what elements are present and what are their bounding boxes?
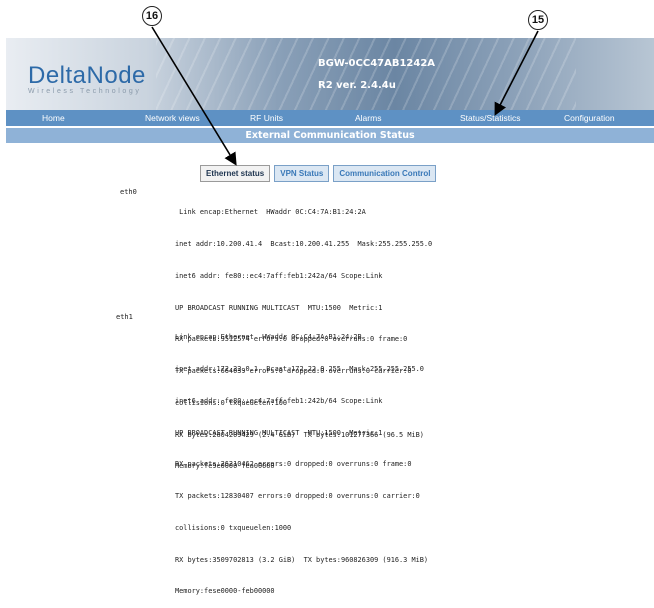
detail-line: Link encap:Ethernet HWaddr 0C:C4:7A:B1:2… <box>175 208 366 217</box>
detail-line: collisions:0 txqueuelen:1000 <box>175 523 292 532</box>
tab-communication-control[interactable]: Communication Control <box>333 165 437 182</box>
nav-status-statistics[interactable]: Status/Statistics <box>460 113 520 123</box>
detail-line: Memory:fese0000-feb00000 <box>175 587 275 596</box>
detail-line: inet6 addr: fe80::ec4:7aff:feb1:242a/64 … <box>175 271 383 280</box>
tab-vpn-status[interactable]: VPN Status <box>274 165 330 182</box>
detail-line: RX bytes:3509702813 (3.2 GiB) TX bytes:9… <box>175 555 429 564</box>
nav-configuration[interactable]: Configuration <box>564 113 615 123</box>
interface-name-eth1: eth1 <box>116 313 133 321</box>
device-name: BGW-0CC47AB1242A <box>318 58 436 69</box>
nav-network-views[interactable]: Network views <box>145 113 200 123</box>
detail-line: TX packets:12830407 errors:0 dropped:0 o… <box>175 492 420 501</box>
detail-line: inet6 addr: fe80::ec4:7aff:feb1:242b/64 … <box>175 396 383 405</box>
logo-tagline: Wireless Technology <box>28 88 142 95</box>
interface-details-eth1: Link encap:Ethernet HWaddr 0C:C4:7A:B1:2… <box>175 311 428 608</box>
logo[interactable]: DeltaNode Wireless Technology <box>28 62 146 95</box>
detail-line: RX packets:26210462 errors:0 dropped:0 o… <box>175 460 412 469</box>
nav-rf-units[interactable]: RF Units <box>250 113 283 123</box>
detail-line: UP BROADCAST RUNNING MULTICAST MTU:1500 … <box>175 428 383 437</box>
device-version: R2 ver. 2.4.4u <box>318 80 396 91</box>
detail-line: inet addr:10.200.41.4 Bcast:10.200.41.25… <box>175 239 433 248</box>
callout-16: 16 <box>142 6 162 26</box>
nav-alarms[interactable]: Alarms <box>355 113 381 123</box>
header-banner: DeltaNode Wireless Technology BGW-0CC47A… <box>6 38 654 110</box>
main-nav: Home Network views RF Units Alarms Statu… <box>6 110 654 126</box>
interface-name-eth0: eth0 <box>120 188 137 196</box>
detail-line: inet addr:172.22.0.1 Bcast:172.22.0.255 … <box>175 364 424 373</box>
nav-home[interactable]: Home <box>42 113 65 123</box>
callout-15: 15 <box>528 10 548 30</box>
tab-bar: Ethernet status VPN Status Communication… <box>200 165 437 182</box>
tab-ethernet-status[interactable]: Ethernet status <box>200 165 271 182</box>
logo-text: DeltaNode <box>28 62 146 89</box>
detail-line: Link encap:Ethernet HWaddr 0C:C4:7A:B1:2… <box>175 333 362 342</box>
page-title: External Communication Status <box>6 128 654 143</box>
